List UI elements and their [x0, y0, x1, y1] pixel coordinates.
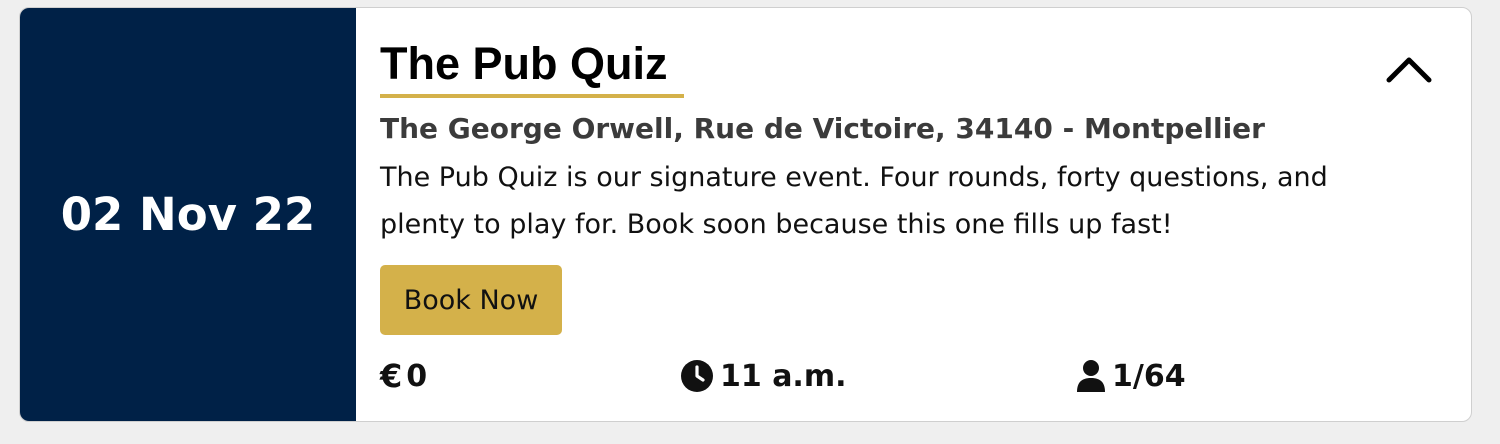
- euro-icon: €: [380, 357, 403, 395]
- event-time: 11 a.m.: [680, 356, 847, 396]
- event-description: The Pub Quiz is our signature event. Fou…: [380, 162, 1328, 240]
- event-time-value: 11 a.m.: [720, 358, 847, 394]
- event-seats: 1/64: [1076, 356, 1186, 396]
- event-seats-value: 1/64: [1112, 358, 1186, 394]
- event-date: 02 Nov 22: [60, 188, 316, 241]
- event-price: € 0: [380, 356, 427, 396]
- collapse-button[interactable]: [1383, 48, 1435, 88]
- clock-icon: [680, 359, 714, 393]
- chevron-up-icon: [1386, 57, 1432, 83]
- event-price-value: 0: [406, 358, 428, 394]
- event-date-panel: 02 Nov 22: [20, 8, 356, 421]
- person-icon: [1076, 359, 1106, 393]
- event-card: 02 Nov 22 The Pub Quiz The George Orwell…: [19, 7, 1472, 422]
- event-address: The George Orwell, Rue de Victoire, 3414…: [380, 112, 1265, 145]
- event-title: The Pub Quiz: [380, 41, 684, 98]
- book-now-button[interactable]: Book Now: [380, 265, 562, 335]
- event-details: The Pub Quiz The George Orwell, Rue de V…: [356, 8, 1471, 421]
